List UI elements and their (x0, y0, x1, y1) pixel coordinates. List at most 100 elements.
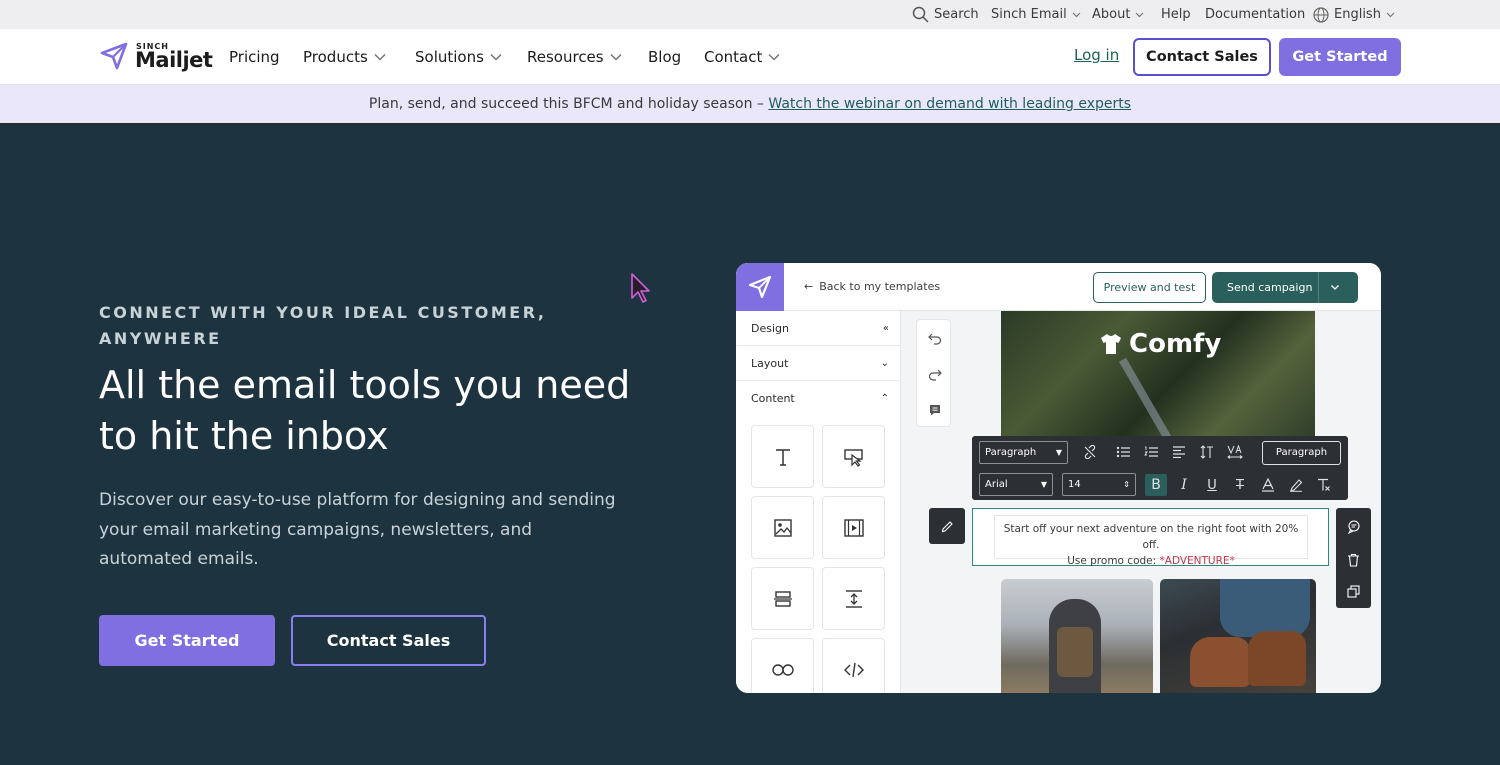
nav-item-pricing[interactable]: Pricing (229, 29, 280, 85)
nav-item-resources[interactable]: Resources (527, 29, 622, 85)
utility-language[interactable]: English (1313, 0, 1395, 29)
collapse-left-icon[interactable]: « (883, 311, 889, 346)
chevron-down-icon (1072, 12, 1081, 17)
image-block-tile[interactable] (751, 496, 814, 559)
edit-pencil-icon[interactable] (929, 508, 965, 544)
redo-icon[interactable] (917, 356, 952, 392)
email-text-block[interactable]: Start off your next adventure on the rig… (972, 508, 1329, 567)
boots-jeans (1220, 579, 1310, 637)
nav-item-contact[interactable]: Contact (704, 29, 780, 85)
paragraph-button[interactable]: Paragraph (1262, 441, 1341, 465)
trash-icon[interactable] (1336, 543, 1371, 576)
arrow-left-icon: ← (804, 280, 814, 293)
highlight-icon[interactable] (1285, 474, 1307, 496)
chevron-up-icon: ⌃ (880, 393, 889, 404)
font-family-select[interactable]: Arial ▼ (979, 473, 1053, 496)
nav-item-blog[interactable]: Blog (648, 29, 681, 85)
email-text-content[interactable]: Start off your next adventure on the rig… (994, 515, 1308, 567)
chevron-down-icon (1136, 12, 1144, 17)
line-height-icon[interactable] (1196, 441, 1218, 463)
video-block-tile[interactable] (822, 496, 885, 559)
underline-icon[interactable]: U (1201, 474, 1223, 496)
bold-icon[interactable]: B (1145, 474, 1167, 496)
html-block-tile[interactable] (822, 638, 885, 693)
align-left-icon[interactable] (1168, 441, 1190, 463)
utility-about-label: About (1092, 7, 1131, 22)
search-icon (912, 6, 929, 23)
code-icon (843, 662, 864, 677)
preview-and-test-button[interactable]: Preview and test (1093, 272, 1206, 303)
button-block-tile[interactable] (822, 425, 885, 488)
hiker-backpack (1057, 627, 1093, 677)
undo-icon[interactable] (917, 320, 952, 356)
italic-icon[interactable]: I (1173, 474, 1195, 496)
hero-headline: All the email tools you need to hit the … (99, 363, 631, 458)
hero-eyebrow: CONNECT WITH YOUR IDEAL CUSTOMER, ANYWHE… (99, 303, 547, 348)
utility-help[interactable]: Help (1161, 0, 1191, 29)
utility-documentation[interactable]: Documentation (1205, 0, 1305, 29)
history-toolbar (916, 319, 951, 427)
social-block-tile[interactable] (751, 638, 814, 693)
utility-sinch-email-label: Sinch Email (991, 7, 1067, 22)
comment-icon[interactable] (1336, 510, 1371, 543)
font-family-value: Arial (985, 479, 1008, 490)
hiker-photo[interactable] (1001, 579, 1153, 693)
sidebar-item-design[interactable]: Design « (736, 311, 901, 346)
divider-block-tile[interactable] (751, 567, 814, 630)
brand-name: Comfy (1129, 329, 1222, 359)
chevron-down-icon: ▼ (1055, 448, 1062, 457)
text-color-icon[interactable] (1257, 474, 1279, 496)
text-format-toolbar: Paragraph ▼ Paragraph Arial ▼ 14 ⇕ B I U T (972, 436, 1348, 500)
banner-text: Plan, send, and succeed this BFCM and ho… (368, 96, 769, 112)
sidebar-item-label: Layout (751, 357, 789, 370)
utility-search[interactable]: Search (912, 0, 979, 29)
editor-sidebar: Design « Layout ⌄ Content ⌃ (736, 311, 901, 693)
boot-right (1248, 631, 1306, 686)
bulleted-list-icon[interactable] (1112, 441, 1134, 463)
hero-subtext: Discover our easy-to-use platform for de… (99, 490, 616, 569)
contact-sales-button[interactable]: Contact Sales (1133, 38, 1271, 76)
paragraph-style-select[interactable]: Paragraph ▼ (979, 441, 1068, 464)
nav-item-products[interactable]: Products (303, 29, 386, 85)
font-size-value: 14 (1068, 479, 1081, 490)
stepper-arrows-icon[interactable]: ⇕ (1123, 474, 1130, 495)
font-size-stepper[interactable]: 14 ⇕ (1062, 473, 1136, 496)
chevron-down-icon[interactable] (1330, 272, 1340, 315)
social-icon (771, 663, 794, 676)
get-started-button[interactable]: Get Started (1279, 38, 1401, 76)
utility-about[interactable]: About (1092, 0, 1144, 29)
utility-sinch-email[interactable]: Sinch Email (991, 0, 1081, 29)
nav-item-solutions[interactable]: Solutions (415, 29, 502, 85)
back-to-templates-label: Back to my templates (819, 280, 941, 293)
duplicate-icon[interactable] (1336, 575, 1371, 608)
send-campaign-button[interactable]: Send campaign (1212, 272, 1358, 303)
hero-get-started-button[interactable]: Get Started (99, 615, 275, 666)
mailjet-logo[interactable]: SINCH Mailjet (100, 40, 213, 76)
logo-wordmark: Mailjet (135, 48, 213, 72)
paragraph-style-value: Paragraph (985, 447, 1037, 458)
text-block-tile[interactable] (751, 425, 814, 488)
email-editor-mockup: ← Back to my templates Preview and test S… (736, 263, 1381, 693)
nav-item-label: Blog (648, 48, 682, 66)
sidebar-item-content[interactable]: Content ⌃ (736, 381, 901, 416)
email-text-line-1: Start off your next adventure on the rig… (1003, 523, 1299, 551)
brand-logo: Comfy (1099, 329, 1221, 359)
spacer-block-tile[interactable] (822, 567, 885, 630)
hero-contact-sales-button[interactable]: Contact Sales (291, 615, 486, 666)
login-link[interactable]: Log in (1074, 46, 1119, 64)
back-to-templates-link[interactable]: ← Back to my templates (804, 280, 940, 293)
clear-format-icon[interactable] (1313, 474, 1335, 496)
banner-webinar-link[interactable]: Watch the webinar on demand with leading… (768, 96, 1131, 112)
strikethrough-icon[interactable]: T (1229, 474, 1251, 496)
utility-bar: Search Sinch Email About Help Documentat… (0, 0, 1500, 29)
sidebar-item-layout[interactable]: Layout ⌄ (736, 346, 901, 381)
paper-plane-logo-icon (100, 42, 128, 70)
boots-photo[interactable] (1160, 579, 1316, 693)
hero-image-road (1119, 357, 1191, 441)
comment-icon[interactable] (917, 392, 952, 428)
unlink-icon[interactable] (1079, 441, 1101, 463)
email-hero-image[interactable]: Comfy (1001, 311, 1315, 441)
numbered-list-icon[interactable] (1140, 441, 1162, 463)
editor-logo (736, 263, 784, 311)
letter-spacing-icon[interactable] (1224, 441, 1246, 463)
